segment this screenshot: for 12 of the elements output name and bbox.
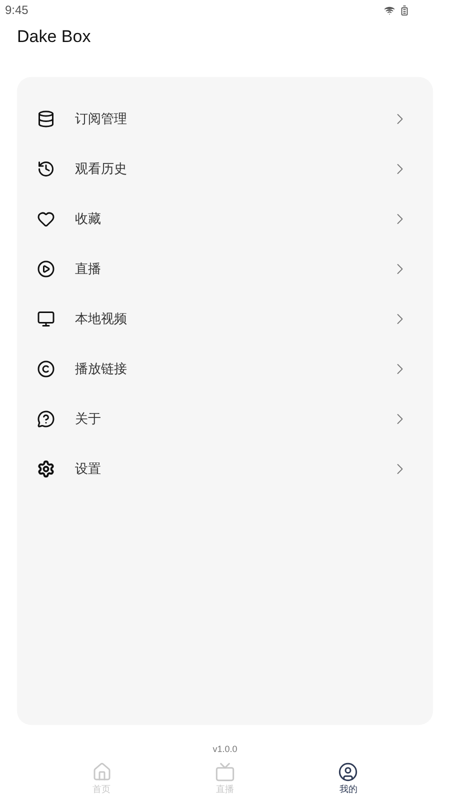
menu-item[interactable]: 观看历史 (17, 144, 433, 194)
menu-item[interactable]: 关于 (17, 394, 433, 444)
app-title: Dake Box (17, 27, 91, 46)
menu-item[interactable]: 播放链接 (17, 344, 433, 394)
version-text: v1.0.0 (212, 744, 238, 754)
menu-item[interactable]: 订阅管理 (17, 94, 433, 144)
menu-item[interactable]: 直播 (17, 244, 433, 294)
menu-item[interactable]: 设置 (17, 444, 433, 494)
nav-tab[interactable]: 我的 (318, 762, 378, 796)
menu-item[interactable]: 收藏 (17, 194, 433, 244)
menu-item[interactable]: 本地视频 (17, 294, 433, 344)
status-time: 9:45 (5, 3, 28, 17)
